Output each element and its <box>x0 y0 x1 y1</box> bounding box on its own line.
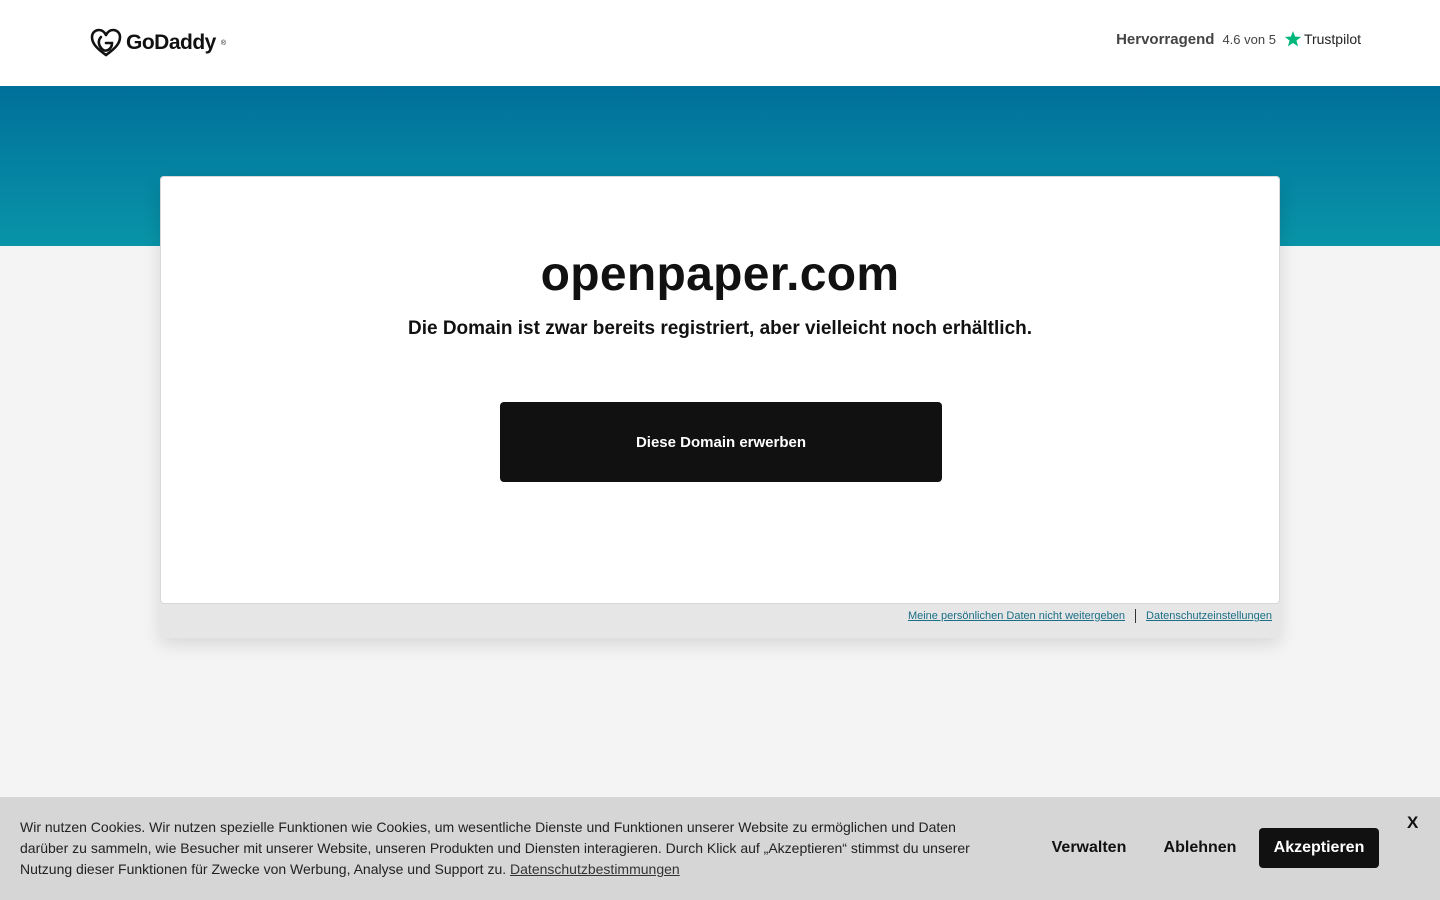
trustpilot-badge: Trustpilot <box>1284 30 1361 48</box>
rating-word: Hervorragend <box>1116 30 1215 48</box>
close-icon[interactable]: X <box>1407 813 1418 833</box>
rating-score: 4.6 von 5 <box>1222 31 1276 47</box>
logo-text: GoDaddy <box>126 31 216 54</box>
cookie-message: Wir nutzen Cookies. Wir nutzen spezielle… <box>20 819 970 877</box>
domain-name-title: openpaper.com <box>540 248 900 301</box>
cookie-text: Wir nutzen Cookies. Wir nutzen spezielle… <box>20 817 990 880</box>
privacy-policy-link[interactable]: Datenschutzbestimmungen <box>510 861 680 877</box>
cookie-banner: Wir nutzen Cookies. Wir nutzen spezielle… <box>0 797 1440 900</box>
site-header: GoDaddy ® Hervorragend 4.6 von 5 Trustpil… <box>0 0 1440 86</box>
privacy-settings-link[interactable]: Datenschutzeinstellungen <box>1146 610 1272 622</box>
do-not-share-link[interactable]: Meine persönlichen Daten nicht weitergeb… <box>908 610 1125 622</box>
manage-cookies-button[interactable]: Verwalten <box>1040 828 1138 868</box>
link-divider <box>1135 609 1137 623</box>
trustpilot-label: Trustpilot <box>1303 31 1361 47</box>
domain-card: openpaper.com Die Domain ist zwar bereit… <box>160 176 1280 604</box>
domain-status-text: Die Domain ist zwar bereits registriert,… <box>407 318 1033 339</box>
accept-cookies-button[interactable]: Akzeptieren <box>1259 828 1379 868</box>
godaddy-logo[interactable]: GoDaddy ® <box>90 28 226 58</box>
decline-cookies-button[interactable]: Ablehnen <box>1155 828 1245 868</box>
godaddy-heart-icon <box>90 28 122 57</box>
privacy-links: Meine persönlichen Daten nicht weitergeb… <box>908 609 1272 623</box>
buy-domain-button[interactable]: Diese Domain erwerben <box>500 402 942 482</box>
trustpilot-star-icon <box>1284 31 1302 47</box>
trustpilot-rating[interactable]: Hervorragend 4.6 von 5 Trustpilot <box>1116 30 1361 48</box>
logo-trademark: ® <box>220 39 227 47</box>
